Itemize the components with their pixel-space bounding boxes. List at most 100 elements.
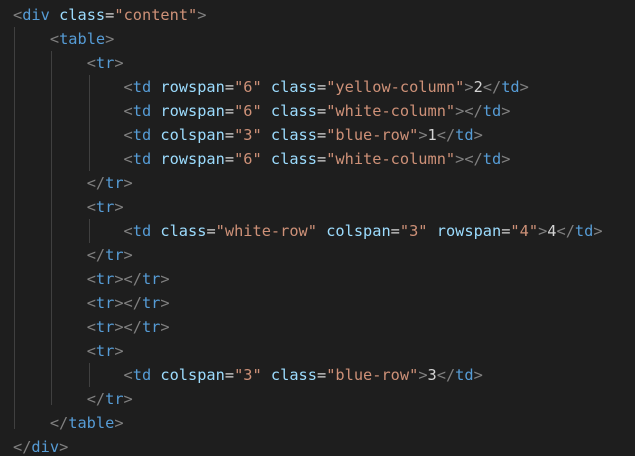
code-token-punct: > [519, 78, 529, 96]
code-token-str: "blue-row" [326, 126, 419, 144]
code-token-tag: td [501, 78, 520, 96]
code-token-attr: class [59, 6, 106, 24]
code-token-tag: tr [95, 198, 115, 216]
code-line[interactable]: <tr></tr> [13, 291, 170, 315]
code-token-punct: < [86, 270, 96, 288]
code-token-attr: class [270, 102, 317, 120]
code-line[interactable]: <td rowspan="6" class="white-column"></t… [13, 147, 511, 171]
code-token-tag: tr [105, 390, 124, 408]
code-token-punct: < [86, 342, 96, 360]
code-token-text: 1 [427, 126, 437, 144]
code-token-attr: class [160, 222, 207, 240]
code-token-tag: tr [95, 318, 115, 336]
code-line[interactable]: </tr> [13, 387, 133, 411]
code-token-str: "3" [234, 126, 262, 144]
code-token-str: "white-column" [326, 150, 456, 168]
code-line[interactable]: <tr> [13, 51, 124, 75]
code-token-str: "4" [510, 222, 539, 240]
code-token-text: = [224, 366, 235, 384]
code-token-text: = [224, 150, 235, 168]
code-token-tag: tr [95, 342, 115, 360]
code-token-str: "white-column" [326, 102, 456, 120]
code-token-tag: td [132, 222, 152, 240]
code-token-punct: > [593, 222, 603, 240]
code-line[interactable]: <table> [13, 27, 115, 51]
code-token-punct: > [123, 174, 133, 192]
code-line[interactable]: </table> [13, 411, 124, 435]
code-line[interactable]: </tr> [13, 171, 133, 195]
code-token-punct: > [105, 30, 115, 48]
code-token-text: = [224, 126, 235, 144]
code-line[interactable]: </tr> [13, 243, 133, 267]
code-token-punct: </ [86, 390, 106, 408]
code-line[interactable]: <tr> [13, 339, 124, 363]
code-line[interactable]: <tr> [13, 195, 124, 219]
code-token-tag: tr [141, 318, 161, 336]
code-token-str: "blue-row" [326, 366, 419, 384]
code-token-text: = [206, 222, 216, 240]
code-line[interactable]: </div> [13, 435, 68, 456]
code-token-punct: > [418, 126, 428, 144]
code-token-punct: </ [482, 78, 502, 96]
code-token-attr: class [270, 126, 317, 144]
code-token-text: = [316, 78, 327, 96]
code-token-punct: > [114, 198, 124, 216]
code-line[interactable]: <td colspan="3" class="blue-row">1</td> [13, 123, 483, 147]
code-token-tag: td [455, 126, 474, 144]
code-token-tag: td [482, 102, 502, 120]
code-token-punct: < [86, 294, 96, 312]
code-token-punct: </ [436, 126, 456, 144]
code-line[interactable]: <tr></tr> [13, 267, 170, 291]
code-token-tag: td [574, 222, 594, 240]
code-token-punct: > [473, 126, 483, 144]
code-token-punct: > [160, 294, 170, 312]
code-token-punct: ></ [455, 102, 483, 120]
code-token-tag: tr [141, 270, 161, 288]
code-line[interactable]: <tr></tr> [13, 315, 170, 339]
code-line[interactable]: <td class="white-row" colspan="3" rowspa… [13, 219, 603, 243]
code-token-punct: > [538, 222, 548, 240]
code-line[interactable]: <td rowspan="6" class="yellow-column">2<… [13, 75, 529, 99]
code-token-text: = [316, 102, 327, 120]
code-token-attr: class [270, 78, 317, 96]
code-token-attr: colspan [160, 366, 225, 384]
code-token-tag: tr [141, 294, 161, 312]
code-token-punct: < [123, 78, 133, 96]
code-token-punct: < [86, 54, 96, 72]
code-token-text: = [316, 126, 327, 144]
code-token-punct: > [114, 54, 124, 72]
code-token-punct: > [464, 78, 474, 96]
code-token-text: = [316, 150, 327, 168]
code-token-tag: td [482, 150, 502, 168]
code-line[interactable]: <div class="content"> [13, 3, 206, 27]
code-token-str: "3" [399, 222, 428, 240]
code-token-attr: colspan [326, 222, 391, 240]
code-token-tag: div [31, 438, 60, 456]
code-token-text: = [224, 78, 235, 96]
code-token-punct: ></ [455, 150, 483, 168]
code-line[interactable]: <td colspan="3" class="blue-row">3</td> [13, 363, 483, 387]
code-editor[interactable]: <div class="content"> <table> <tr> <td r… [0, 0, 635, 456]
code-token-attr: rowspan [160, 78, 225, 96]
code-token-str: "6" [234, 78, 262, 96]
code-token-text: = [224, 102, 235, 120]
code-token-tag: div [22, 6, 50, 24]
code-token-punct: > [501, 102, 511, 120]
code-token-str: "6" [234, 102, 262, 120]
code-token-punct: > [59, 438, 69, 456]
code-line[interactable]: <td rowspan="6" class="white-column"></t… [13, 99, 511, 123]
